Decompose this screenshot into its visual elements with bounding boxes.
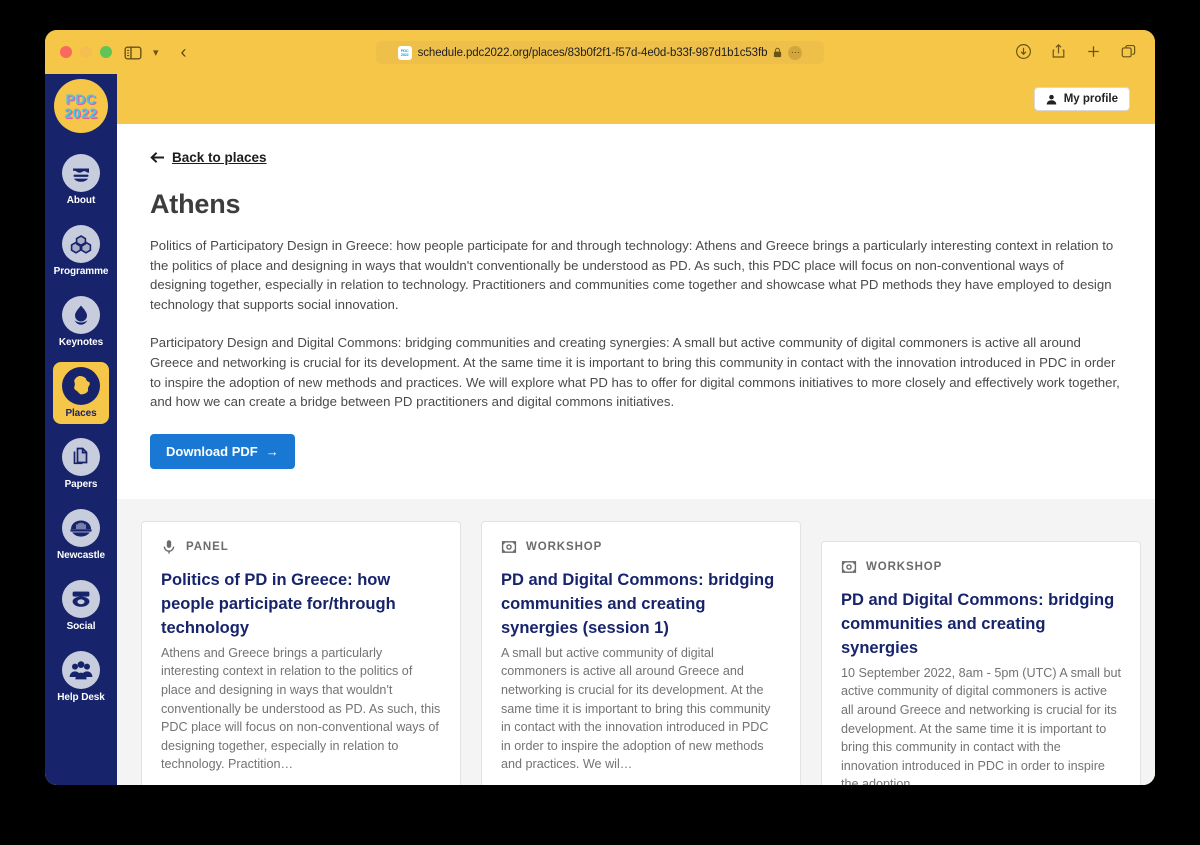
back-chevron-icon[interactable]: ‹ [181,42,187,63]
sidebar-navigation: PDC 2022 About Programme Keynotes Places… [45,74,117,785]
session-description: Athens and Greece brings a particularly … [161,645,441,772]
back-to-places-link[interactable]: Back to places [150,150,267,165]
sidebar-item-programme[interactable]: Programme [53,220,109,282]
sessions-card-list: PANEL Politics of PD in Greece: how peop… [117,499,1155,785]
place-description-paragraph-2: Participatory Design and Digital Commons… [150,335,1120,410]
lock-icon [774,47,782,58]
session-type: WORKSHOP [501,539,781,555]
sidebar-item-help-desk[interactable]: Help Desk [53,646,109,708]
sidebar-label-help-desk: Help Desk [57,692,105,703]
maximize-window-button[interactable] [100,46,112,58]
sidebar-item-about[interactable]: About [53,149,109,211]
place-hero: Back to places Athens Politics of Partic… [117,124,1155,499]
logo-line-2: 2022 [64,105,98,121]
sidebar-label-papers: Papers [64,479,98,490]
papers-icon [62,438,100,476]
place-description-paragraph-1: Politics of Participatory Design in Gree… [150,238,1114,312]
favicon-line-2: 2022 [400,51,409,57]
arrow-right-icon: → [265,443,279,459]
my-profile-label: My profile [1063,93,1118,105]
about-icon [62,154,100,192]
sidebar-item-keynotes[interactable]: Keynotes [53,291,109,353]
arrow-left-icon [150,152,164,163]
session-card[interactable]: WORKSHOP PD and Digital Commons: bridgin… [481,520,801,785]
session-description: A small but active community of digital … [501,645,771,772]
sidebar-label-places: Places [65,408,97,419]
app-topbar: My profile [117,74,1155,124]
sidebar-item-papers[interactable]: Papers [53,433,109,495]
help-desk-icon [62,651,100,689]
browser-toolbar: ▾ ‹ PDC 2022 schedule.pdc2022.org/places… [45,30,1155,74]
session-type-label: WORKSHOP [526,540,603,553]
person-icon [1046,94,1056,104]
main-area: My profile Back to places Athens Politic… [117,74,1155,785]
session-title[interactable]: Politics of PD in Greece: how people par… [161,568,441,640]
url-text: schedule.pdc2022.org/places/83b0f2f1-f57… [417,46,768,59]
back-to-places-label: Back to places [172,150,267,165]
session-type-label: WORKSHOP [866,560,943,573]
sidebar-item-social[interactable]: Social [53,575,109,637]
share-icon[interactable] [1050,43,1067,60]
site-favicon-icon: PDC 2022 [397,45,412,60]
new-tab-icon[interactable] [1085,43,1102,60]
download-pdf-label: Download PDF [166,443,258,459]
session-title[interactable]: PD and Digital Commons: bridging communi… [501,568,781,640]
sidebar-label-keynotes: Keynotes [58,337,104,348]
address-bar[interactable]: PDC 2022 schedule.pdc2022.org/places/83b… [376,41,824,64]
toolbar-left-group: ▾ ‹ [123,42,187,63]
workshop-icon [501,540,517,553]
social-icon [62,580,100,618]
tab-overview-icon[interactable] [1120,43,1137,60]
session-type: WORKSHOP [841,559,1121,575]
session-card[interactable]: PANEL Politics of PD in Greece: how peop… [141,520,461,785]
page-title: Athens [150,189,241,219]
toolbar-right-group [1015,43,1137,60]
close-window-button[interactable] [60,46,72,58]
chevron-down-icon[interactable]: ▾ [149,46,163,59]
sidebar-label-newcastle: Newcastle [56,550,106,561]
sidebar-label-programme: Programme [53,266,109,277]
download-icon[interactable] [1015,43,1032,60]
minimize-window-button[interactable] [80,46,92,58]
window-controls [60,46,112,58]
session-description: 10 September 2022, 8am - 5pm (UTC) A sma… [841,665,1121,785]
sidebar-label-social: Social [66,621,96,632]
content-scroll-area[interactable]: Back to places Athens Politics of Partic… [117,124,1155,785]
page-menu-icon[interactable]: ⋯ [788,45,803,60]
browser-window: ▾ ‹ PDC 2022 schedule.pdc2022.org/places… [45,30,1155,785]
newcastle-icon [62,509,100,547]
session-type-label: PANEL [186,540,229,553]
logo-line-1: PDC [65,91,97,107]
sidebar-toggle-icon[interactable] [123,43,143,63]
places-icon [62,367,100,405]
programme-icon [62,225,100,263]
pdc-2022-logo[interactable]: PDC 2022 [54,79,108,133]
sidebar-item-newcastle[interactable]: Newcastle [53,504,109,566]
sidebar-item-places[interactable]: Places [53,362,109,424]
sidebar-label-about: About [66,195,96,206]
my-profile-button[interactable]: My profile [1033,87,1130,111]
session-card[interactable]: WORKSHOP PD and Digital Commons: bridgin… [821,540,1141,785]
keynotes-icon [62,296,100,334]
app-shell: PDC 2022 About Programme Keynotes Places… [45,74,1155,785]
microphone-icon [163,540,175,554]
download-pdf-button[interactable]: Download PDF → [150,433,295,469]
session-type: PANEL [161,539,441,555]
workshop-icon [841,560,857,573]
session-title[interactable]: PD and Digital Commons: bridging communi… [841,588,1121,660]
